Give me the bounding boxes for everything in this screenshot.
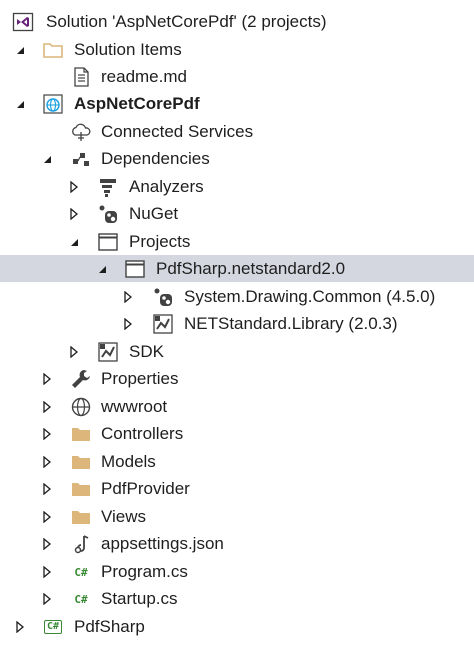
document-icon — [70, 66, 92, 88]
tree-item-startup-cs[interactable]: C# Startup.cs — [0, 585, 474, 612]
tree-item-connected-services[interactable]: Connected Services — [0, 118, 474, 145]
solution-explorer-tree: Solution 'AspNetCorePdf' (2 projects) So… — [0, 0, 474, 648]
json-file-icon — [70, 533, 92, 555]
tree-item-sdk[interactable]: SDK — [0, 338, 474, 365]
tree-item-label: SDK — [129, 342, 164, 361]
tree-item-label: Program.cs — [101, 562, 188, 581]
collapsed-arrow-icon[interactable] — [40, 530, 54, 557]
web-project-globe-icon — [42, 93, 64, 115]
tree-item-wwwroot[interactable]: wwwroot — [0, 393, 474, 420]
folder-icon — [70, 478, 92, 500]
tree-item-readme[interactable]: readme.md — [0, 63, 474, 90]
tree-item-label: wwwroot — [101, 397, 168, 416]
tree-item-program-cs[interactable]: C# Program.cs — [0, 558, 474, 585]
collapsed-arrow-icon[interactable] — [40, 448, 54, 475]
tree-item-project-pdfsharp[interactable]: C# PdfSharp — [0, 613, 474, 640]
expanded-arrow-icon[interactable] — [40, 145, 54, 172]
tree-item-appsettings[interactable]: appsettings.json — [0, 530, 474, 557]
tree-item-label: Models — [101, 452, 156, 471]
tree-item-dependencies[interactable]: Dependencies — [0, 145, 474, 172]
tree-item-label: appsettings.json — [101, 534, 224, 553]
collapsed-arrow-icon[interactable] — [121, 283, 135, 310]
tree-item-label: NETStandard.Library (2.0.3) — [184, 314, 398, 333]
tree-item-label: Projects — [129, 232, 191, 251]
collapsed-arrow-icon[interactable] — [13, 613, 27, 640]
csharp-glyph: C# — [74, 565, 88, 579]
sdk-icon — [97, 341, 119, 363]
expanded-arrow-icon[interactable] — [13, 36, 27, 63]
sdk-package-icon — [152, 313, 174, 335]
tree-item-label: NuGet — [129, 204, 179, 223]
project-window-icon — [97, 231, 119, 253]
collapsed-arrow-icon[interactable] — [40, 393, 54, 420]
tree-item-models[interactable]: Models — [0, 448, 474, 475]
tree-item-pdfprovider[interactable]: PdfProvider — [0, 475, 474, 502]
expanded-arrow-icon[interactable] — [13, 90, 27, 117]
tree-item-label: Analyzers — [129, 177, 204, 196]
nuget-package-icon — [152, 286, 174, 308]
collapsed-arrow-icon[interactable] — [121, 310, 135, 337]
collapsed-arrow-icon[interactable] — [67, 200, 81, 227]
dependencies-icon — [70, 148, 92, 170]
tree-item-project-aspnetcorepdf[interactable]: AspNetCorePdf — [0, 90, 474, 117]
wrench-icon — [70, 368, 92, 390]
collapsed-arrow-icon[interactable] — [40, 365, 54, 392]
tree-item-label: AspNetCorePdf — [74, 94, 200, 113]
tree-item-label: Views — [101, 507, 147, 526]
tree-item-label: PdfSharp — [74, 617, 145, 636]
tree-item-label: Solution Items — [74, 40, 182, 59]
expanded-arrow-icon[interactable] — [67, 228, 81, 255]
csharp-glyph: C# — [43, 620, 63, 634]
tree-item-pdfsharp-reference[interactable]: PdfSharp.netstandard2.0 — [0, 255, 474, 282]
csharp-project-icon: C# — [42, 616, 64, 638]
tree-item-label: Dependencies — [101, 149, 210, 168]
tree-item-label: Connected Services — [101, 122, 254, 141]
collapsed-arrow-icon[interactable] — [40, 585, 54, 612]
tree-item-label: Startup.cs — [101, 589, 178, 608]
tree-item-solution[interactable]: Solution 'AspNetCorePdf' (2 projects) — [0, 8, 474, 35]
collapsed-arrow-icon[interactable] — [40, 420, 54, 447]
tree-item-label: Controllers — [101, 424, 184, 443]
nuget-icon — [97, 203, 119, 225]
visual-studio-solution-icon — [12, 11, 34, 33]
tree-item-properties[interactable]: Properties — [0, 365, 474, 392]
csharp-file-icon: C# — [70, 561, 92, 583]
tree-item-projects[interactable]: Projects — [0, 228, 474, 255]
collapsed-arrow-icon[interactable] — [40, 558, 54, 585]
tree-item-analyzers[interactable]: Analyzers — [0, 173, 474, 200]
project-window-icon — [124, 258, 146, 280]
collapsed-arrow-icon[interactable] — [40, 503, 54, 530]
expanded-arrow-icon[interactable] — [95, 255, 109, 282]
tree-item-system-drawing-common[interactable]: System.Drawing.Common (4.5.0) — [0, 283, 474, 310]
csharp-glyph: C# — [74, 592, 88, 606]
collapsed-arrow-icon[interactable] — [67, 338, 81, 365]
collapsed-arrow-icon[interactable] — [67, 173, 81, 200]
tree-item-netstandard-library[interactable]: NETStandard.Library (2.0.3) — [0, 310, 474, 337]
tree-item-controllers[interactable]: Controllers — [0, 420, 474, 447]
folder-icon — [70, 506, 92, 528]
globe-icon — [70, 396, 92, 418]
tree-item-label: Solution 'AspNetCorePdf' (2 projects) — [46, 12, 327, 31]
csharp-file-icon: C# — [70, 588, 92, 610]
tree-item-label: PdfSharp.netstandard2.0 — [156, 259, 346, 278]
tree-item-label: System.Drawing.Common (4.5.0) — [184, 287, 436, 306]
tree-item-label: PdfProvider — [101, 479, 190, 498]
tree-item-label: readme.md — [101, 67, 187, 86]
folder-icon — [70, 423, 92, 445]
tree-item-views[interactable]: Views — [0, 503, 474, 530]
folder-icon — [42, 39, 64, 61]
collapsed-arrow-icon[interactable] — [40, 475, 54, 502]
analyzers-icon — [97, 176, 119, 198]
tree-item-solution-items[interactable]: Solution Items — [0, 36, 474, 63]
folder-icon — [70, 451, 92, 473]
cloud-connect-icon — [70, 121, 92, 143]
tree-item-nuget[interactable]: NuGet — [0, 200, 474, 227]
tree-item-label: Properties — [101, 369, 179, 388]
